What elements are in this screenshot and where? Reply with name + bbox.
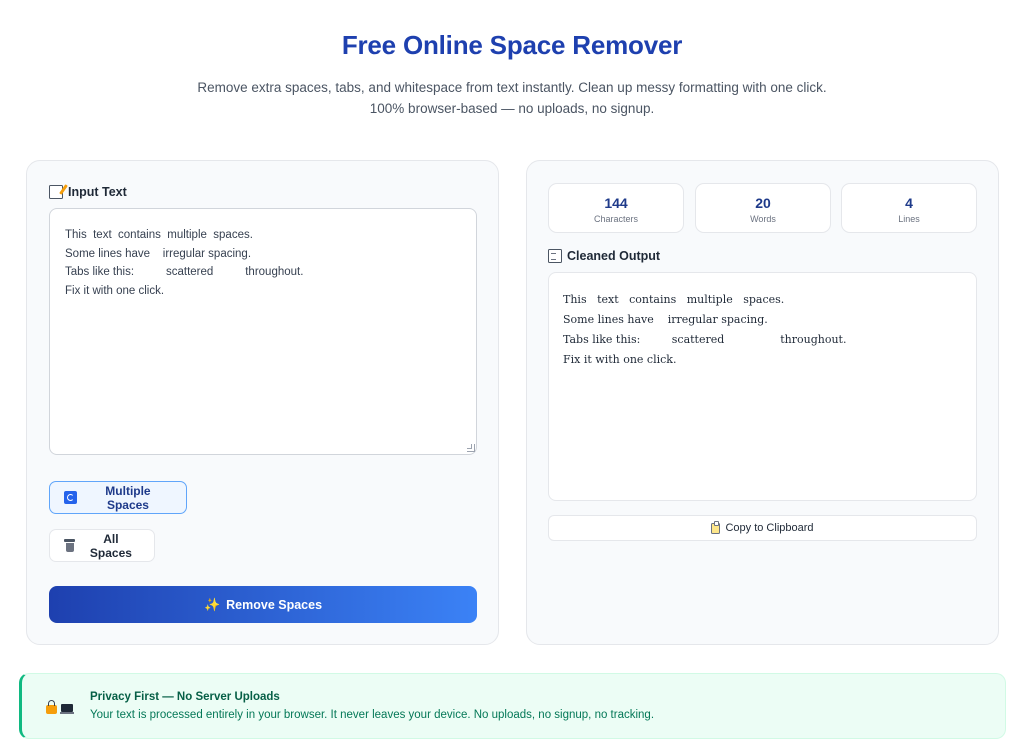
mode-multiple-spaces-button[interactable]: Multiple Spaces (49, 481, 187, 514)
stat-lines-label: Lines (898, 214, 920, 224)
remove-spaces-label: Remove Spaces (226, 597, 323, 612)
copy-to-clipboard-label: Copy to Clipboard (725, 522, 814, 534)
resize-handle[interactable] (467, 444, 475, 452)
input-panel: Input Text This text contains multiple s… (26, 160, 499, 645)
output-panel: 144 Characters 20 Words 4 Lines Cleaned … (526, 160, 999, 645)
privacy-notice: Privacy First — No Server Uploads Your t… (19, 673, 1006, 739)
mode-all-spaces-button[interactable]: All Spaces (49, 529, 155, 562)
trash-icon (64, 539, 75, 552)
clipboard-icon (711, 520, 721, 534)
stat-lines: 4 Lines (841, 183, 977, 233)
stat-words-label: Words (750, 214, 776, 224)
input-label: Input Text (49, 185, 127, 199)
sparkle-icon: ✨ (203, 597, 221, 612)
mode-multiple-spaces-label: Multiple Spaces (105, 483, 151, 512)
stat-words: 20 Words (695, 183, 831, 233)
output-label-text: Cleaned Output (567, 249, 661, 263)
privacy-title: Privacy First — No Server Uploads (90, 691, 280, 703)
stat-characters: 144 Characters (548, 183, 684, 233)
input-textarea[interactable]: This text contains multiple spaces. Some… (49, 208, 477, 455)
page-subtitle: Remove extra spaces, tabs, and whitespac… (197, 80, 827, 116)
refresh-icon (64, 491, 77, 504)
remove-spaces-button[interactable]: ✨ Remove Spaces (49, 586, 477, 623)
output-label: Cleaned Output (548, 249, 660, 263)
stat-words-value: 20 (755, 195, 771, 211)
copy-to-clipboard-button[interactable]: Copy to Clipboard (548, 515, 977, 541)
stat-lines-value: 4 (905, 195, 913, 211)
memo-icon (49, 185, 63, 199)
mode-all-spaces-label: All Spaces (89, 531, 132, 560)
stat-characters-label: Characters (593, 214, 638, 224)
document-icon (548, 249, 562, 263)
output-textarea[interactable]: This text contains multiple spaces. Some… (548, 272, 977, 501)
privacy-icons (46, 700, 74, 714)
laptop-icon (60, 704, 74, 714)
privacy-text: Your text is processed entirely in your … (90, 709, 655, 721)
stat-characters-value: 144 (604, 195, 628, 211)
input-label-text: Input Text (68, 185, 127, 199)
page-title: Free Online Space Remover (341, 30, 683, 60)
lock-icon (46, 700, 57, 714)
